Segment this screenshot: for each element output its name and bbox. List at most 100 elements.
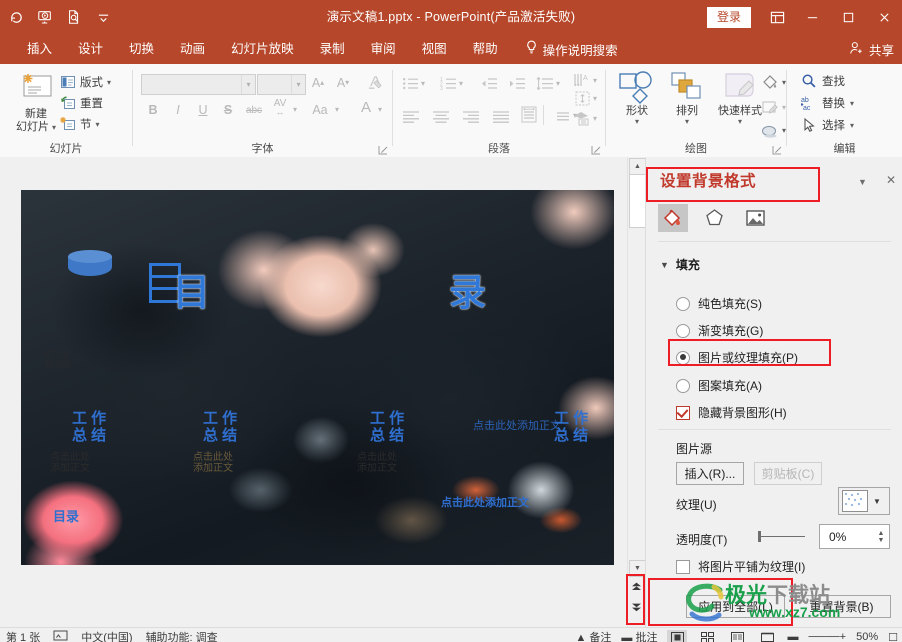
texture-picker-button[interactable]: ▼ bbox=[838, 487, 890, 515]
spinner-down-icon[interactable]: ▼ bbox=[878, 537, 885, 544]
align-right-icon[interactable] bbox=[459, 106, 482, 127]
slide-number-status[interactable]: 第 1 张 bbox=[6, 629, 40, 642]
comments-button[interactable]: ▬ 批注 bbox=[621, 629, 657, 642]
reset-button[interactable]: 重置 bbox=[60, 95, 103, 111]
font-dialog-launcher[interactable] bbox=[378, 144, 388, 155]
slide-small-left[interactable]: 点击此 处添加 bbox=[44, 350, 71, 370]
slide-body-1[interactable]: 点击此处 添加正文 bbox=[50, 452, 90, 474]
increase-font-size-icon[interactable]: A ▴ bbox=[307, 72, 329, 93]
slide-heading-2[interactable]: 工 作 总 结 bbox=[203, 410, 237, 445]
tab-insert[interactable]: 插入 bbox=[14, 34, 65, 64]
pattern-fill-option[interactable]: 图案填充(A) bbox=[676, 377, 762, 394]
chevron-down-icon[interactable]: ▾ bbox=[335, 105, 339, 114]
chevron-down-icon[interactable]: ▾ bbox=[459, 79, 463, 88]
arrange-button[interactable]: 排列 ▾ bbox=[664, 69, 710, 126]
slide-text-lu[interactable]: 录 bbox=[449, 272, 486, 313]
picture-or-texture-fill-option[interactable]: 图片或纹理填充(P) bbox=[676, 349, 798, 366]
text-shadow-button[interactable]: S bbox=[217, 99, 239, 120]
font-size-combo[interactable]: ▾ bbox=[257, 74, 306, 95]
chevron-down-icon[interactable]: ▾ bbox=[850, 121, 854, 130]
align-left-icon[interactable] bbox=[399, 106, 422, 127]
share-button[interactable]: 共享 bbox=[849, 34, 894, 64]
paragraph-dialog-launcher[interactable] bbox=[591, 144, 601, 155]
slide-canvas[interactable]: 目 录 工 作 总 结 工 作 总 结 工 作 总 结 工 作 总 结 点击此处… bbox=[21, 190, 614, 565]
new-slide-button[interactable]: 新建 幻灯片 ▾ bbox=[8, 70, 64, 134]
scroll-down-button[interactable]: ▼ bbox=[629, 560, 646, 577]
underline-button[interactable]: U bbox=[192, 99, 214, 120]
tell-me-search[interactable]: 操作说明搜索 bbox=[525, 40, 618, 59]
chevron-down-icon[interactable]: ▾ bbox=[107, 78, 111, 87]
chevron-down-icon[interactable]: ▾ bbox=[593, 76, 597, 85]
italic-button[interactable]: I bbox=[167, 99, 189, 120]
blue-cylinder-shape[interactable] bbox=[68, 250, 112, 280]
chevron-down-icon[interactable]: ▼ bbox=[858, 177, 867, 187]
chevron-down-icon[interactable]: ▾ bbox=[96, 120, 100, 129]
replace-button[interactable]: ab ac 替换 ▾ bbox=[800, 95, 854, 112]
tab-review[interactable]: 审阅 bbox=[358, 34, 409, 64]
ribbon-display-options-icon[interactable] bbox=[760, 0, 794, 34]
slider-track[interactable] bbox=[761, 535, 805, 537]
view-normal-icon[interactable] bbox=[667, 630, 688, 642]
close-icon[interactable]: ✕ bbox=[886, 173, 896, 187]
numbering-icon[interactable]: 123 bbox=[437, 73, 460, 94]
change-case-button[interactable]: Aa bbox=[309, 99, 331, 120]
decrease-indent-icon[interactable] bbox=[477, 73, 500, 94]
view-slide-sorter-icon[interactable] bbox=[697, 630, 717, 642]
fill-tab[interactable] bbox=[658, 204, 688, 232]
tab-transitions[interactable]: 切换 bbox=[116, 34, 167, 64]
clear-formatting-icon[interactable] bbox=[363, 72, 385, 93]
tab-design[interactable]: 设计 bbox=[65, 34, 116, 64]
drawing-dialog-launcher[interactable] bbox=[772, 144, 782, 155]
view-slideshow-icon[interactable] bbox=[757, 630, 777, 642]
slide-body-3[interactable]: 点击此处 添加正文 bbox=[357, 452, 397, 474]
tab-slide-show[interactable]: 幻灯片放映 bbox=[218, 34, 307, 64]
minimize-button[interactable] bbox=[794, 0, 830, 34]
transparency-slider[interactable] bbox=[758, 530, 805, 542]
tile-picture-as-texture-checkbox[interactable]: 将图片平铺为纹理(I) bbox=[676, 558, 805, 575]
chevron-down-icon[interactable]: ▾ bbox=[664, 117, 710, 126]
spinner-up-icon[interactable]: ▲ bbox=[878, 530, 885, 537]
chevron-down-icon[interactable]: ▾ bbox=[291, 75, 305, 94]
tab-animations[interactable]: 动画 bbox=[167, 34, 218, 64]
transparency-spinner[interactable]: 0% ▲ ▼ bbox=[819, 524, 890, 549]
notes-button[interactable]: ▲ 备注 bbox=[575, 629, 611, 642]
tab-view[interactable]: 视图 bbox=[409, 34, 460, 64]
language-status[interactable]: 中文(中国) bbox=[81, 629, 132, 642]
insert-picture-button[interactable]: 插入(R)... bbox=[676, 462, 744, 485]
close-button[interactable] bbox=[866, 0, 902, 34]
tab-recording[interactable]: 录制 bbox=[307, 34, 358, 64]
fill-section-header[interactable]: ▼ 填充 bbox=[660, 256, 700, 273]
zoom-slider[interactable]: ────+ bbox=[808, 631, 846, 642]
shape-fill-icon[interactable] bbox=[758, 72, 781, 93]
font-color-button[interactable]: A bbox=[355, 97, 377, 118]
section-button[interactable]: 节 ▾ bbox=[60, 116, 100, 132]
chevron-down-icon[interactable]: ▾ bbox=[556, 79, 560, 88]
shape-outline-icon[interactable] bbox=[758, 97, 781, 118]
tab-help[interactable]: 帮助 bbox=[460, 34, 511, 64]
apply-to-all-button[interactable]: 应用到全部(L) bbox=[686, 595, 785, 618]
zoom-level[interactable]: 50% bbox=[856, 631, 878, 642]
solid-fill-option[interactable]: 纯色填充(S) bbox=[676, 295, 762, 312]
select-button[interactable]: 选择 ▾ bbox=[801, 117, 854, 133]
strikethrough-button[interactable]: abc bbox=[243, 100, 265, 121]
chevron-down-icon[interactable]: ▾ bbox=[241, 75, 255, 94]
zoom-out-button[interactable]: ▬ bbox=[787, 631, 798, 642]
slide-body-5[interactable]: 点击此处添加正文 bbox=[473, 420, 561, 432]
view-reading-icon[interactable] bbox=[727, 630, 747, 642]
bold-button[interactable]: B bbox=[142, 99, 164, 120]
chevron-down-icon[interactable]: ▾ bbox=[850, 99, 854, 108]
spell-check-icon[interactable] bbox=[53, 630, 68, 642]
effects-tab[interactable] bbox=[699, 204, 729, 232]
slide-heading-1[interactable]: 工 作 总 结 bbox=[72, 410, 106, 445]
chevron-down-icon[interactable]: ▾ bbox=[593, 114, 597, 123]
hide-background-graphics-checkbox[interactable]: 隐藏背景图形(H) bbox=[676, 404, 787, 421]
next-slide-button[interactable] bbox=[629, 599, 644, 616]
fit-to-window-icon[interactable]: ☐ bbox=[888, 631, 898, 642]
find-button[interactable]: 查找 bbox=[801, 73, 845, 89]
picture-tab[interactable] bbox=[740, 204, 770, 232]
slide-heading-3[interactable]: 工 作 总 结 bbox=[370, 410, 404, 445]
convert-to-smartart-icon[interactable] bbox=[571, 108, 594, 129]
chevron-down-icon[interactable]: ▾ bbox=[614, 117, 660, 126]
chevron-down-icon[interactable]: ▾ bbox=[293, 105, 297, 114]
increase-indent-icon[interactable] bbox=[505, 73, 528, 94]
